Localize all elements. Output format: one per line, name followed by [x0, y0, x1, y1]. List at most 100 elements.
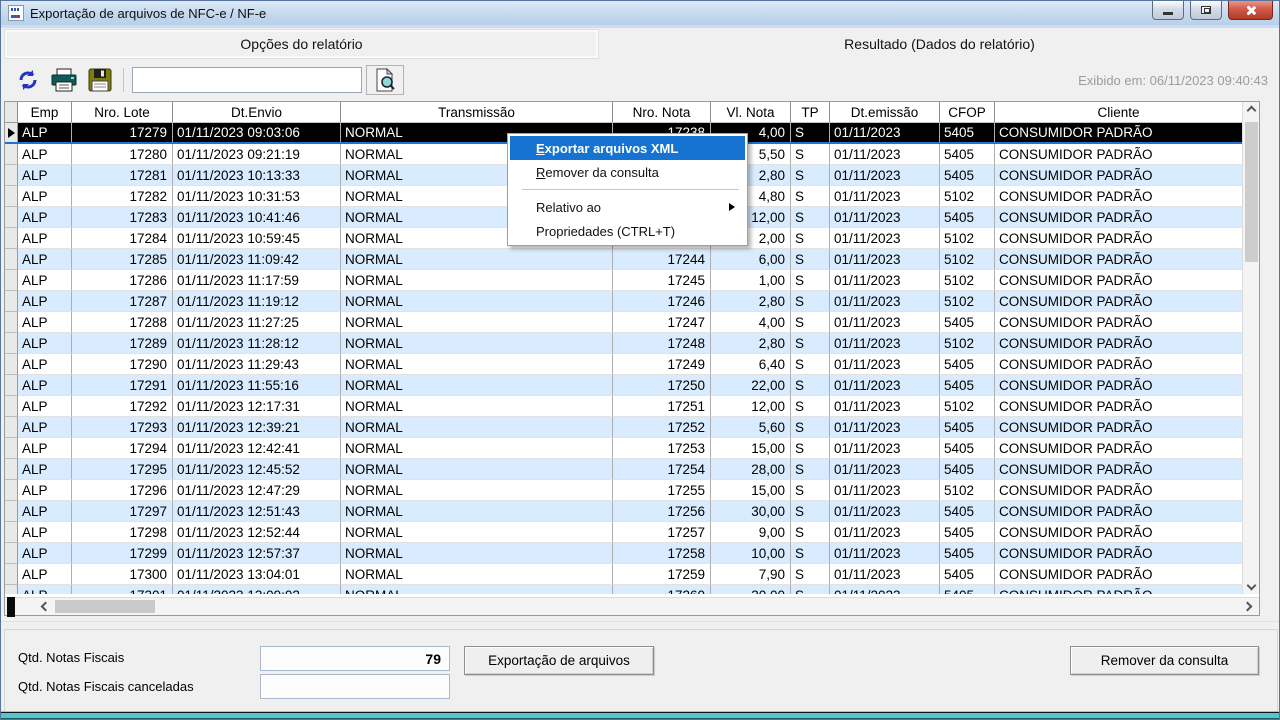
window-controls: [1152, 1, 1273, 20]
cell-dt-emissao: 01/11/2023: [830, 144, 940, 165]
cell-nro-lote: 17282: [72, 186, 173, 207]
column-header-emp[interactable]: Emp: [18, 102, 72, 123]
cell-transmissao: NORMAL: [341, 564, 613, 585]
column-header-cliente[interactable]: Cliente: [995, 102, 1243, 123]
cell-dt-envio: 01/11/2023 10:41:46: [173, 207, 341, 228]
cell-transmissao: NORMAL: [341, 585, 613, 594]
table-row[interactable]: ALP1729801/11/2023 12:52:44NORMAL172579,…: [5, 522, 1243, 543]
title-bar[interactable]: Exportação de arquivos de NFC-e / NF-e: [1, 1, 1280, 25]
cell-cfop: 5405: [940, 564, 995, 585]
row-indicator: [5, 123, 18, 142]
cell-transmissao: NORMAL: [341, 417, 613, 438]
column-header-tp[interactable]: TP: [791, 102, 830, 123]
column-header-nro-nota[interactable]: Nro. Nota: [613, 102, 711, 123]
cell-nro-nota: 17257: [613, 522, 711, 543]
menu-item-exportar-arquivos-xml[interactable]: Exportar arquivos XML: [510, 136, 745, 160]
cell-emp: ALP: [18, 564, 72, 585]
save-button[interactable]: [86, 66, 114, 94]
table-row[interactable]: ALP1728901/11/2023 11:28:12NORMAL172482,…: [5, 333, 1243, 354]
cell-nro-lote: 17280: [72, 144, 173, 165]
menu-item-relativo-ao[interactable]: Relativo ao: [510, 195, 745, 219]
column-header-dt-emissao[interactable]: Dt.emissão: [830, 102, 940, 123]
column-header-transmissao[interactable]: Transmissão: [341, 102, 613, 123]
table-row[interactable]: ALP1728801/11/2023 11:27:25NORMAL172474,…: [5, 312, 1243, 333]
horizontal-scrollbar[interactable]: [5, 597, 1259, 615]
cell-nro-nota: 17258: [613, 543, 711, 564]
vertical-scroll-thumb[interactable]: [1245, 122, 1258, 262]
table-row[interactable]: ALP1729001/11/2023 11:29:43NORMAL172496,…: [5, 354, 1243, 375]
cell-emp: ALP: [18, 312, 72, 333]
row-indicator: [5, 522, 18, 543]
scroll-up-button[interactable]: [1243, 102, 1259, 119]
menu-item-remover-da-consulta[interactable]: Remover da consulta: [510, 160, 745, 184]
cell-cliente: CONSUMIDOR PADRÃO: [995, 249, 1243, 270]
vertical-scrollbar[interactable]: [1242, 102, 1259, 594]
cell-nro-lote: 17294: [72, 438, 173, 459]
cell-tp: S: [791, 291, 830, 312]
cell-dt-emissao: 01/11/2023: [830, 123, 940, 142]
cell-cliente: CONSUMIDOR PADRÃO: [995, 375, 1243, 396]
table-row[interactable]: ALP1730101/11/2023 13:09:02NORMAL1726030…: [5, 585, 1243, 594]
qtd-canceladas-field[interactable]: [260, 674, 450, 699]
cell-emp: ALP: [18, 291, 72, 312]
maximize-button[interactable]: [1190, 1, 1222, 20]
table-row[interactable]: ALP1729501/11/2023 12:45:52NORMAL1725428…: [5, 459, 1243, 480]
table-row[interactable]: ALP1728501/11/2023 11:09:42NORMAL172446,…: [5, 249, 1243, 270]
row-indicator: [5, 396, 18, 417]
remover-consulta-button[interactable]: Remover da consulta: [1070, 646, 1259, 675]
horizontal-scroll-thumb[interactable]: [55, 600, 155, 613]
filter-input[interactable]: [132, 67, 362, 93]
window-bottom-edge: [1, 711, 1280, 719]
table-row[interactable]: ALP1728601/11/2023 11:17:59NORMAL172451,…: [5, 270, 1243, 291]
cell-emp: ALP: [18, 438, 72, 459]
cell-nro-lote: 17283: [72, 207, 173, 228]
cell-cliente: CONSUMIDOR PADRÃO: [995, 228, 1243, 249]
cell-vl-nota: 30,00: [711, 585, 791, 594]
cell-nro-nota: 17248: [613, 333, 711, 354]
table-row[interactable]: ALP1729901/11/2023 12:57:37NORMAL1725810…: [5, 543, 1243, 564]
table-row[interactable]: ALP1730001/11/2023 13:04:01NORMAL172597,…: [5, 564, 1243, 585]
cell-cliente: CONSUMIDOR PADRÃO: [995, 438, 1243, 459]
column-header-vl-nota[interactable]: Vl. Nota: [711, 102, 791, 123]
cell-nro-lote: 17301: [72, 585, 173, 594]
scroll-right-button[interactable]: [1237, 598, 1257, 615]
cell-transmissao: NORMAL: [341, 522, 613, 543]
table-row[interactable]: ALP1728701/11/2023 11:19:12NORMAL172462,…: [5, 291, 1243, 312]
tab-resultado[interactable]: Resultado (Dados do relatório): [601, 29, 1278, 59]
scroll-left-button[interactable]: [35, 598, 55, 615]
table-row[interactable]: ALP1729301/11/2023 12:39:21NORMAL172525,…: [5, 417, 1243, 438]
row-indicator: [5, 186, 18, 207]
refresh-icon: [16, 68, 40, 92]
qtd-notas-field[interactable]: [260, 646, 450, 671]
print-button[interactable]: [50, 66, 78, 94]
cell-dt-envio: 01/11/2023 09:03:06: [173, 123, 341, 142]
scroll-down-button[interactable]: [1243, 577, 1259, 594]
cell-cfop: 5405: [940, 144, 995, 165]
cell-cliente: CONSUMIDOR PADRÃO: [995, 501, 1243, 522]
column-header-cfop[interactable]: CFOP: [940, 102, 995, 123]
row-indicator: [5, 543, 18, 564]
column-header-nro-lote[interactable]: Nro. Lote: [72, 102, 173, 123]
preview-button[interactable]: [366, 65, 404, 95]
table-row[interactable]: ALP1729601/11/2023 12:47:29NORMAL1725515…: [5, 480, 1243, 501]
cell-cfop: 5102: [940, 480, 995, 501]
menu-item-propriedades-ctrl-t[interactable]: Propriedades (CTRL+T): [510, 219, 745, 243]
table-row[interactable]: ALP1729701/11/2023 12:51:43NORMAL1725630…: [5, 501, 1243, 522]
table-row[interactable]: ALP1729401/11/2023 12:42:41NORMAL1725315…: [5, 438, 1243, 459]
cell-cliente: CONSUMIDOR PADRÃO: [995, 270, 1243, 291]
exportacao-arquivos-button[interactable]: Exportação de arquivos: [464, 646, 654, 675]
minimize-button[interactable]: [1152, 1, 1184, 20]
table-row[interactable]: ALP1729101/11/2023 11:55:16NORMAL1725022…: [5, 375, 1243, 396]
column-header-dt-envio[interactable]: Dt.Envio: [173, 102, 341, 123]
cell-dt-emissao: 01/11/2023: [830, 291, 940, 312]
cell-tp: S: [791, 165, 830, 186]
chevron-up-icon: [1246, 106, 1256, 116]
table-row[interactable]: ALP1729201/11/2023 12:17:31NORMAL1725112…: [5, 396, 1243, 417]
close-button[interactable]: [1228, 1, 1273, 20]
tab-opcoes-relatorio[interactable]: Opções do relatório: [4, 29, 599, 59]
cell-emp: ALP: [18, 501, 72, 522]
refresh-button[interactable]: [14, 66, 42, 94]
indicator-column-header: [5, 102, 18, 123]
cell-emp: ALP: [18, 522, 72, 543]
chevron-down-icon: [1246, 581, 1256, 591]
